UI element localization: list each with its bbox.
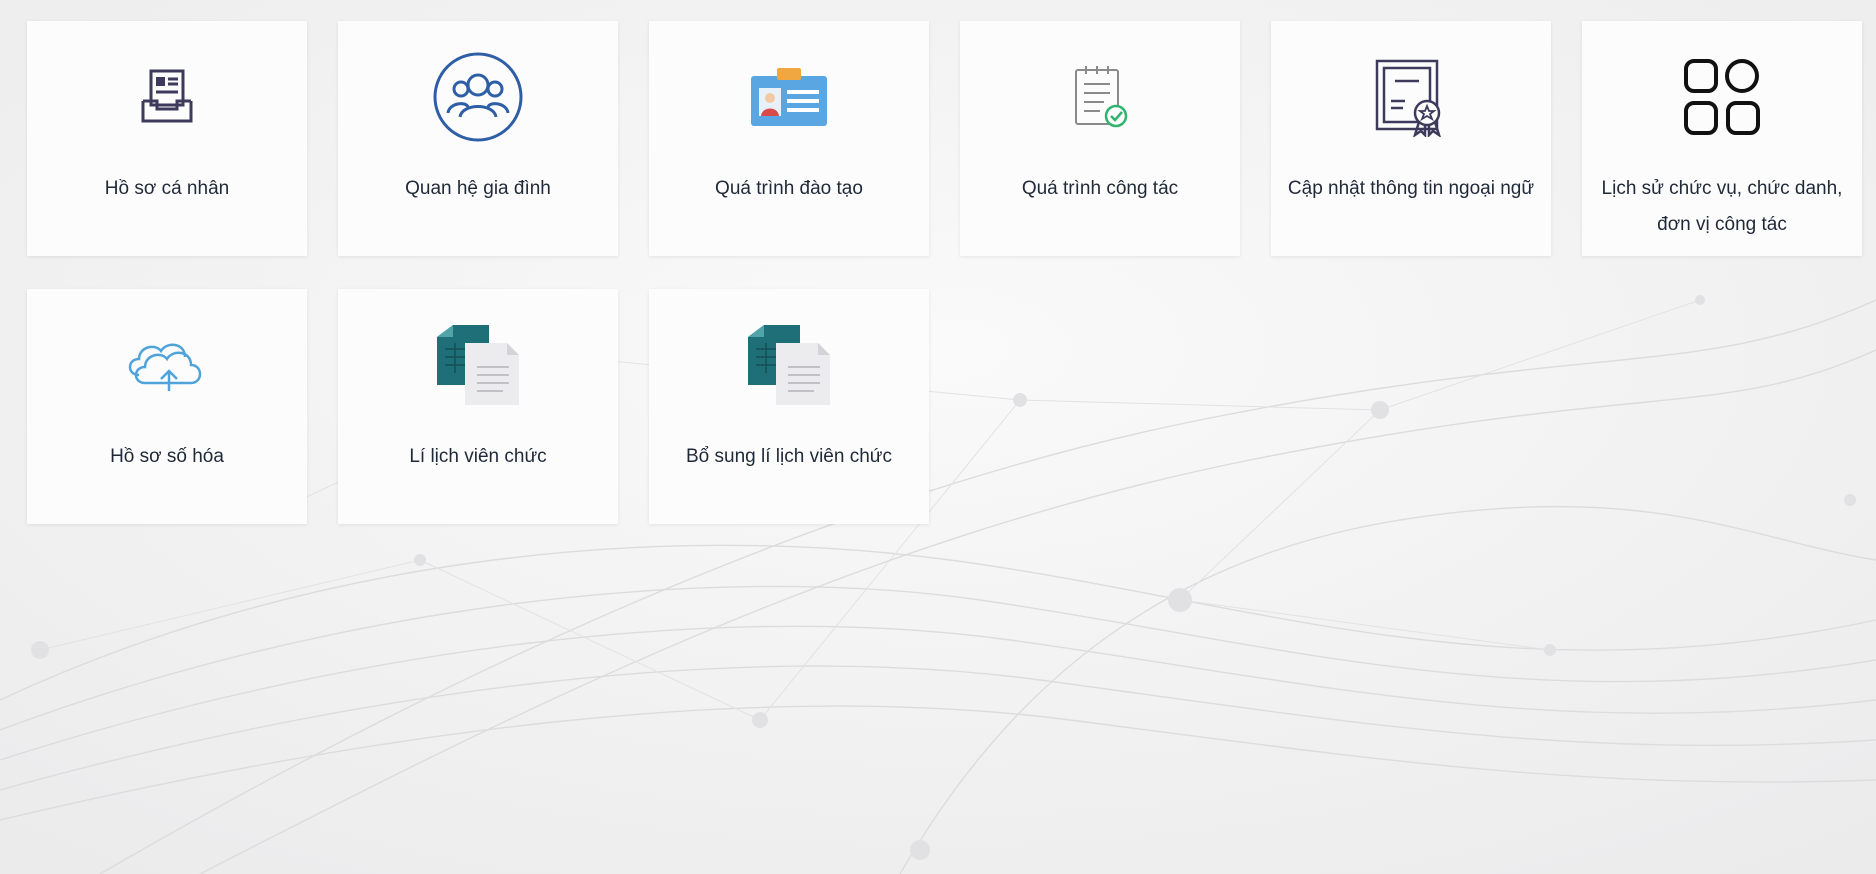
tile-qua-trinh-cong-tac[interactable]: Quá trình công tác: [960, 21, 1240, 256]
grid-apps-icon: [1582, 51, 1862, 143]
document-files-icon: [649, 319, 929, 411]
tile-lich-su-chuc-vu[interactable]: Lịch sử chức vụ, chức danh, đơn vị công …: [1582, 21, 1862, 256]
tile-label: Lịch sử chức vụ, chức danh, đơn vị công …: [1601, 178, 1843, 235]
document-files-icon: [338, 319, 618, 411]
tile-label: Hồ sơ số hóa: [110, 446, 224, 467]
id-card-icon: [649, 51, 929, 143]
checklist-clipboard-icon: [960, 51, 1240, 143]
tile-label: Quan hệ gia đình: [405, 178, 551, 199]
cloud-upload-icon: [27, 319, 307, 411]
tile-ho-so-so-hoa[interactable]: Hồ sơ số hóa: [27, 289, 307, 524]
family-group-icon: [338, 51, 618, 143]
tile-bo-sung-li-lich[interactable]: Bổ sung lí lịch viên chức: [649, 289, 929, 524]
tile-label: Cập nhật thông tin ngoại ngữ: [1287, 178, 1535, 199]
tile-quan-he-gia-dinh[interactable]: Quan hệ gia đình: [338, 21, 618, 256]
tile-label: Bổ sung lí lịch viên chức: [686, 446, 892, 467]
tile-label: Quá trình công tác: [1021, 178, 1179, 199]
tile-qua-trinh-dao-tao[interactable]: Quá trình đào tạo: [649, 21, 929, 256]
tile-cap-nhat-ngoai-ngu[interactable]: Cập nhật thông tin ngoại ngữ: [1271, 21, 1551, 256]
tile-label: Lí lịch viên chức: [409, 446, 547, 467]
tile-label: Quá trình đào tạo: [715, 178, 863, 199]
tile-li-lich-vien-chuc[interactable]: Lí lịch viên chức: [338, 289, 618, 524]
certificate-icon: [1271, 51, 1551, 143]
tile-ho-so-ca-nhan[interactable]: Hồ sơ cá nhân: [27, 21, 307, 256]
tile-label: Hồ sơ cá nhân: [104, 178, 230, 199]
profile-tray-icon: [27, 51, 307, 143]
